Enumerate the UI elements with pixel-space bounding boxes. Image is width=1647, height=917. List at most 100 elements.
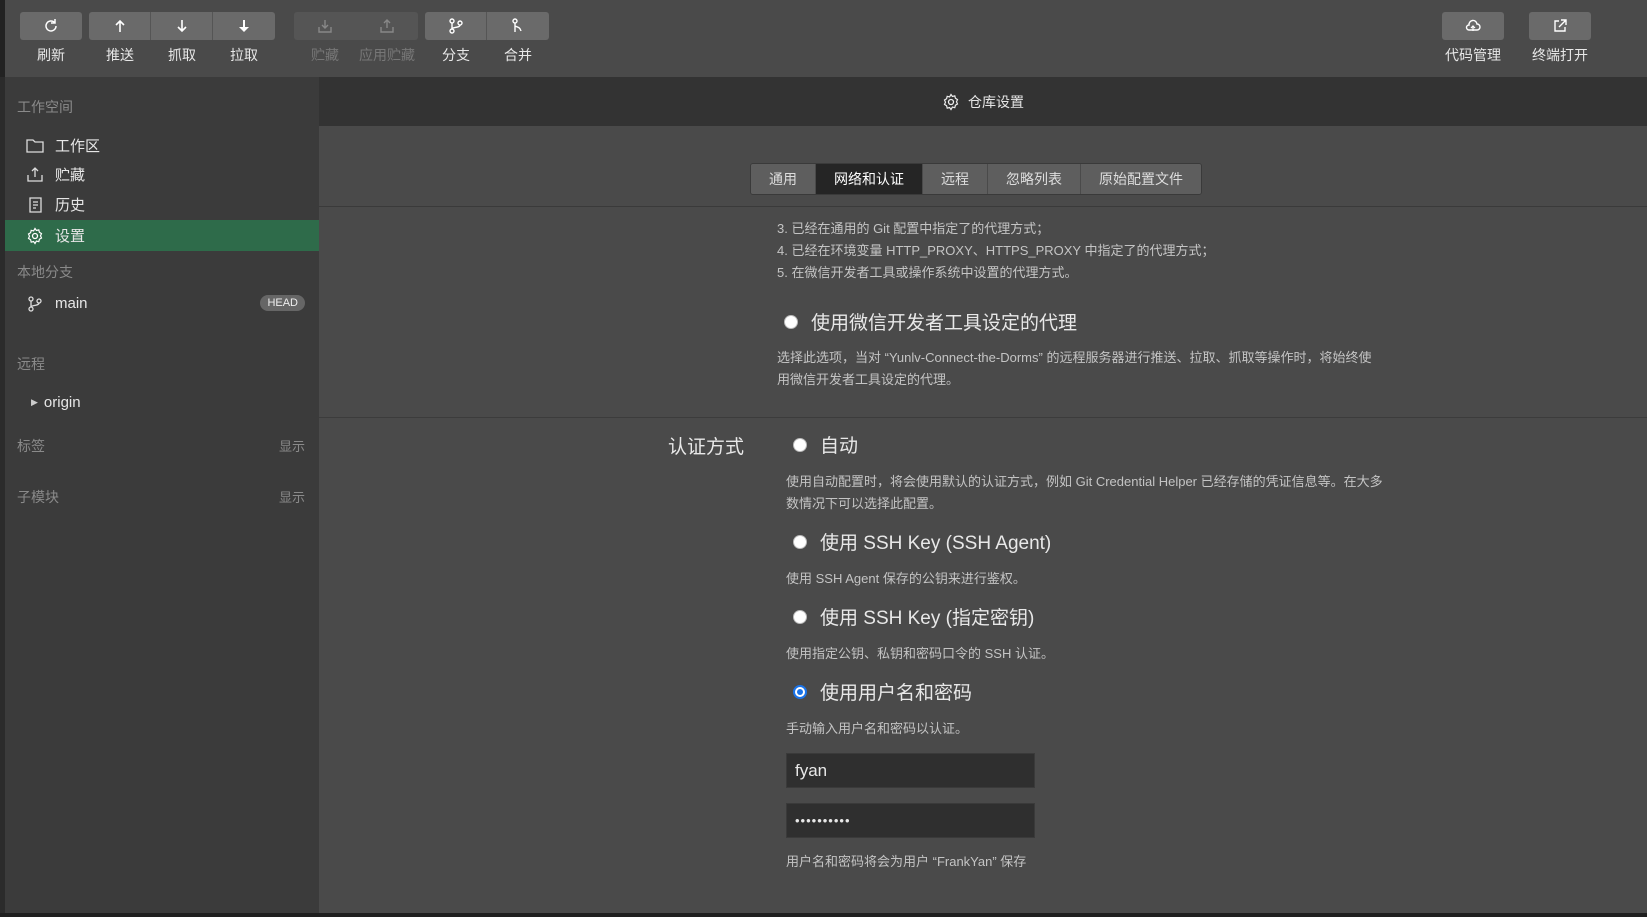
apply-stash-button[interactable]: 应用贮藏 [356, 12, 418, 65]
auth-ssh-key-desc: 使用指定公钥、私钥和密码口令的 SSH 认证。 [786, 646, 1054, 661]
auth-method-label: 认证方式 [668, 437, 745, 458]
sidebar-item-workspace[interactable]: 工作区 [5, 130, 319, 161]
radio-button[interactable] [793, 609, 807, 624]
credentials-save-note: 用户名和密码将会为用户 “FrankYan” 保存 [786, 854, 1027, 869]
stash-label: 贮藏 [311, 47, 339, 63]
auth-option-auto[interactable]: 自动 [793, 431, 858, 458]
tabs-area: 通用 网络和认证 远程 忽略列表 原始配置文件 [319, 126, 1647, 207]
branch-icon [25, 294, 45, 314]
proxy-option-desc-2: 用微信开发者工具设定的代理。 [777, 372, 960, 387]
toolbar-group-code: 代码管理 [1442, 12, 1504, 65]
tags-section-title: 标签 [17, 438, 45, 454]
page-title: 仓库设置 [968, 93, 1024, 110]
pull-icon [239, 20, 249, 32]
remote-name: origin [43, 394, 81, 411]
tab-general[interactable]: 通用 [751, 164, 816, 194]
open-terminal-label: 终端打开 [1532, 47, 1588, 63]
sidebar-item-stash[interactable]: 贮藏 [5, 159, 319, 190]
folder-icon [25, 136, 45, 156]
proxy-option-devtools[interactable]: 使用微信开发者工具设定的代理 [784, 308, 1077, 335]
remote-section-title: 远程 [17, 356, 45, 372]
merge-icon [512, 18, 522, 32]
sidebar-item-label: 工作区 [55, 138, 101, 155]
code-management-button[interactable]: 代码管理 [1442, 12, 1504, 65]
toolbar-group-branch: 分支 合并 [425, 12, 549, 65]
auth-option-username-password[interactable]: 使用用户名和密码 [793, 678, 972, 705]
sidebar-item-settings[interactable]: 设置 [5, 220, 319, 251]
toolbar-group-stash: 贮藏 应用贮藏 [294, 12, 418, 65]
auth-option-ssh-key[interactable]: 使用 SSH Key (指定密钥) [793, 603, 1034, 630]
apply-stash-label: 应用贮藏 [359, 47, 415, 63]
pull-button[interactable]: 拉取 [213, 12, 275, 65]
refresh-label: 刷新 [37, 47, 65, 63]
auth-userpass-desc: 手动输入用户名和密码以认证。 [786, 721, 969, 736]
fetch-label: 抓取 [168, 47, 196, 63]
push-icon [114, 19, 125, 32]
submodules-section-title: 子模块 [17, 489, 59, 505]
merge-label: 合并 [504, 47, 532, 63]
push-button[interactable]: 推送 [89, 12, 151, 65]
tags-show-toggle[interactable]: 显示 [279, 436, 305, 455]
stash-icon [25, 165, 45, 185]
branch-name: main [55, 295, 88, 312]
divider [319, 417, 1647, 418]
pull-label: 拉取 [230, 47, 258, 63]
external-link-icon [1554, 19, 1567, 32]
branch-label: 分支 [442, 47, 470, 63]
password-field[interactable]: •••••••••• [786, 803, 1035, 838]
caret-right-icon: ▶ [31, 397, 38, 407]
submodules-show-toggle[interactable]: 显示 [279, 487, 305, 506]
tab-network-auth[interactable]: 网络和认证 [816, 164, 923, 194]
branch-button[interactable]: 分支 [425, 12, 487, 65]
proxy-option-desc-1: 选择此选项，当对 “Yunlv-Connect-the-Dorms” 的远程服务… [777, 350, 1372, 365]
open-terminal-button[interactable]: 终端打开 [1529, 12, 1591, 65]
main-panel: 仓库设置 通用 网络和认证 远程 忽略列表 原始配置文件 3. 已经在通用的 G… [319, 77, 1647, 913]
tab-remote[interactable]: 远程 [923, 164, 988, 194]
sidebar: 工作空间 工作区 贮藏 历史 设置 本地分支 main HEAD 远程 ▶ or… [5, 77, 319, 913]
stash-button[interactable]: 贮藏 [294, 12, 356, 65]
auth-ssh-agent-desc: 使用 SSH Agent 保存的公钥来进行鉴权。 [786, 571, 1026, 586]
toolbar-group-refresh: 刷新 [20, 12, 82, 65]
refresh-icon [45, 19, 57, 32]
stash-icon [317, 20, 332, 33]
head-badge: HEAD [260, 295, 305, 311]
proxy-note-3: 3. 已经在通用的 Git 配置中指定了的代理方式； [777, 221, 1050, 236]
radio-button[interactable] [793, 437, 807, 452]
radio-button[interactable] [793, 534, 807, 549]
radio-button[interactable] [793, 684, 807, 699]
sidebar-item-history[interactable]: 历史 [5, 189, 319, 220]
auth-option-ssh-agent[interactable]: 使用 SSH Key (SSH Agent) [793, 528, 1051, 555]
tab-raw-config[interactable]: 原始配置文件 [1081, 164, 1201, 194]
toolbar-group-sync: 推送 抓取 拉取 [89, 12, 275, 65]
branch-icon [448, 18, 463, 34]
fetch-button[interactable]: 抓取 [151, 12, 213, 65]
gear-icon [943, 92, 959, 111]
auth-option-label: 使用用户名和密码 [820, 683, 973, 704]
username-field[interactable]: fyan [786, 753, 1035, 788]
merge-button[interactable]: 合并 [487, 12, 549, 65]
refresh-button[interactable]: 刷新 [20, 12, 82, 65]
branch-item-main[interactable]: main HEAD [5, 288, 319, 319]
auth-option-label: 使用 SSH Key (SSH Agent) [820, 533, 1052, 554]
history-icon [25, 195, 45, 215]
local-branches-title: 本地分支 [17, 264, 73, 280]
tab-ignore-list[interactable]: 忽略列表 [988, 164, 1081, 194]
radio-button[interactable] [784, 314, 798, 329]
auth-option-label: 使用 SSH Key (指定密钥) [820, 608, 1035, 629]
proxy-option-label: 使用微信开发者工具设定的代理 [811, 313, 1078, 334]
push-label: 推送 [106, 47, 134, 63]
toolbar-group-terminal: 终端打开 [1529, 12, 1591, 65]
sidebar-item-label: 设置 [55, 228, 86, 245]
code-management-label: 代码管理 [1445, 47, 1501, 63]
sidebar-item-label: 历史 [55, 197, 86, 214]
main-header: 仓库设置 [319, 77, 1647, 126]
remote-item-origin[interactable]: ▶ origin [5, 387, 319, 418]
sidebar-item-label: 贮藏 [55, 167, 86, 184]
proxy-note-4: 4. 已经在环境变量 HTTP_PROXY、HTTPS_PROXY 中指定了的代… [777, 243, 1215, 258]
cloud-icon [1465, 19, 1481, 31]
settings-tabs: 通用 网络和认证 远程 忽略列表 原始配置文件 [750, 163, 1202, 195]
auth-option-label: 自动 [820, 436, 859, 457]
proxy-note-5: 5. 在微信开发者工具或操作系统中设置的代理方式。 [777, 265, 1078, 280]
gear-icon [25, 226, 45, 246]
toolbar: 刷新 推送 抓取 拉取 贮藏 应用贮藏 分支 合并 代码管理 终端打开 [0, 0, 1647, 77]
